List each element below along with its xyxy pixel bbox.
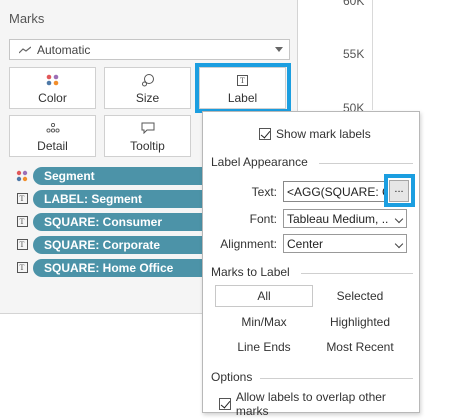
marks-to-label-header: Marks to Label — [211, 265, 290, 279]
allow-overlap-checkbox[interactable] — [219, 398, 231, 410]
alignment-dropdown-value: Center — [287, 237, 324, 251]
text-icon: T — [16, 216, 28, 228]
text-icon: T — [16, 239, 28, 251]
label-text-input[interactable]: <AGG(SQUARE: Co — [283, 181, 387, 202]
tooltip-icon — [141, 121, 155, 135]
mark-type-value: Automatic — [37, 42, 91, 57]
allow-overlap-label: Allow labels to overlap other marks — [235, 390, 386, 418]
show-mark-labels-label: Show mark labels — [276, 127, 371, 141]
font-field-label: Font: — [249, 212, 277, 226]
show-mark-labels-checkbox[interactable] — [259, 128, 271, 140]
y-axis-line — [372, 0, 373, 110]
dropdown-caret-icon — [275, 47, 283, 52]
detail-button[interactable]: Detail — [9, 115, 96, 157]
axis-tick-label: 55K — [343, 47, 365, 61]
tooltip-button-label: Tooltip — [130, 139, 165, 153]
color-dots-icon — [46, 73, 60, 87]
marks-to-label-min-max[interactable]: Min/Max — [215, 315, 313, 329]
allow-overlap-row[interactable]: Allow labels to overlap other marks — [219, 390, 419, 418]
alignment-dropdown[interactable]: Center — [283, 234, 407, 253]
detail-dots-icon — [45, 121, 60, 135]
edit-button-highlight — [384, 174, 415, 207]
axis-tick-label: 60K — [343, 0, 365, 8]
marks-to-label-highlighted[interactable]: Highlighted — [311, 315, 409, 329]
marks-to-label-all[interactable]: All — [215, 285, 313, 307]
size-button-label: Size — [135, 91, 160, 105]
options-header: Options — [211, 370, 253, 384]
color-button[interactable]: Color — [9, 67, 96, 109]
show-mark-labels-row[interactable]: Show mark labels — [259, 127, 371, 141]
alignment-field-label: Alignment: — [220, 237, 277, 251]
size-button[interactable]: Size — [104, 67, 191, 109]
detail-button-label: Detail — [37, 139, 68, 153]
marks-card-title: Marks — [9, 11, 45, 26]
section-divider — [319, 163, 413, 164]
label-button-highlight — [195, 63, 291, 113]
line-chart-icon — [18, 43, 32, 57]
font-dropdown-value: Tableau Medium, .. — [287, 212, 389, 226]
marks-to-label-most-recent[interactable]: Most Recent — [311, 340, 409, 354]
mark-type-dropdown[interactable]: Automatic — [9, 39, 290, 60]
section-divider — [260, 378, 413, 379]
chevron-down-icon — [394, 214, 404, 224]
color-button-label: Color — [38, 91, 67, 105]
text-field-label: Text: — [251, 185, 277, 199]
marks-to-label-selected[interactable]: Selected — [311, 289, 409, 303]
font-dropdown[interactable]: Tableau Medium, .. — [283, 209, 407, 228]
marks-to-label-line-ends[interactable]: Line Ends — [215, 340, 313, 354]
section-divider — [301, 273, 413, 274]
size-icon — [141, 73, 155, 87]
color-dots-icon — [16, 170, 28, 182]
chevron-down-icon — [394, 239, 404, 249]
text-icon: T — [16, 262, 28, 274]
tooltip-button[interactable]: Tooltip — [104, 115, 191, 157]
text-icon: T — [16, 193, 28, 205]
label-options-popup: Show mark labels Label Appearance Text: … — [202, 111, 420, 418]
label-appearance-header: Label Appearance — [211, 155, 308, 169]
